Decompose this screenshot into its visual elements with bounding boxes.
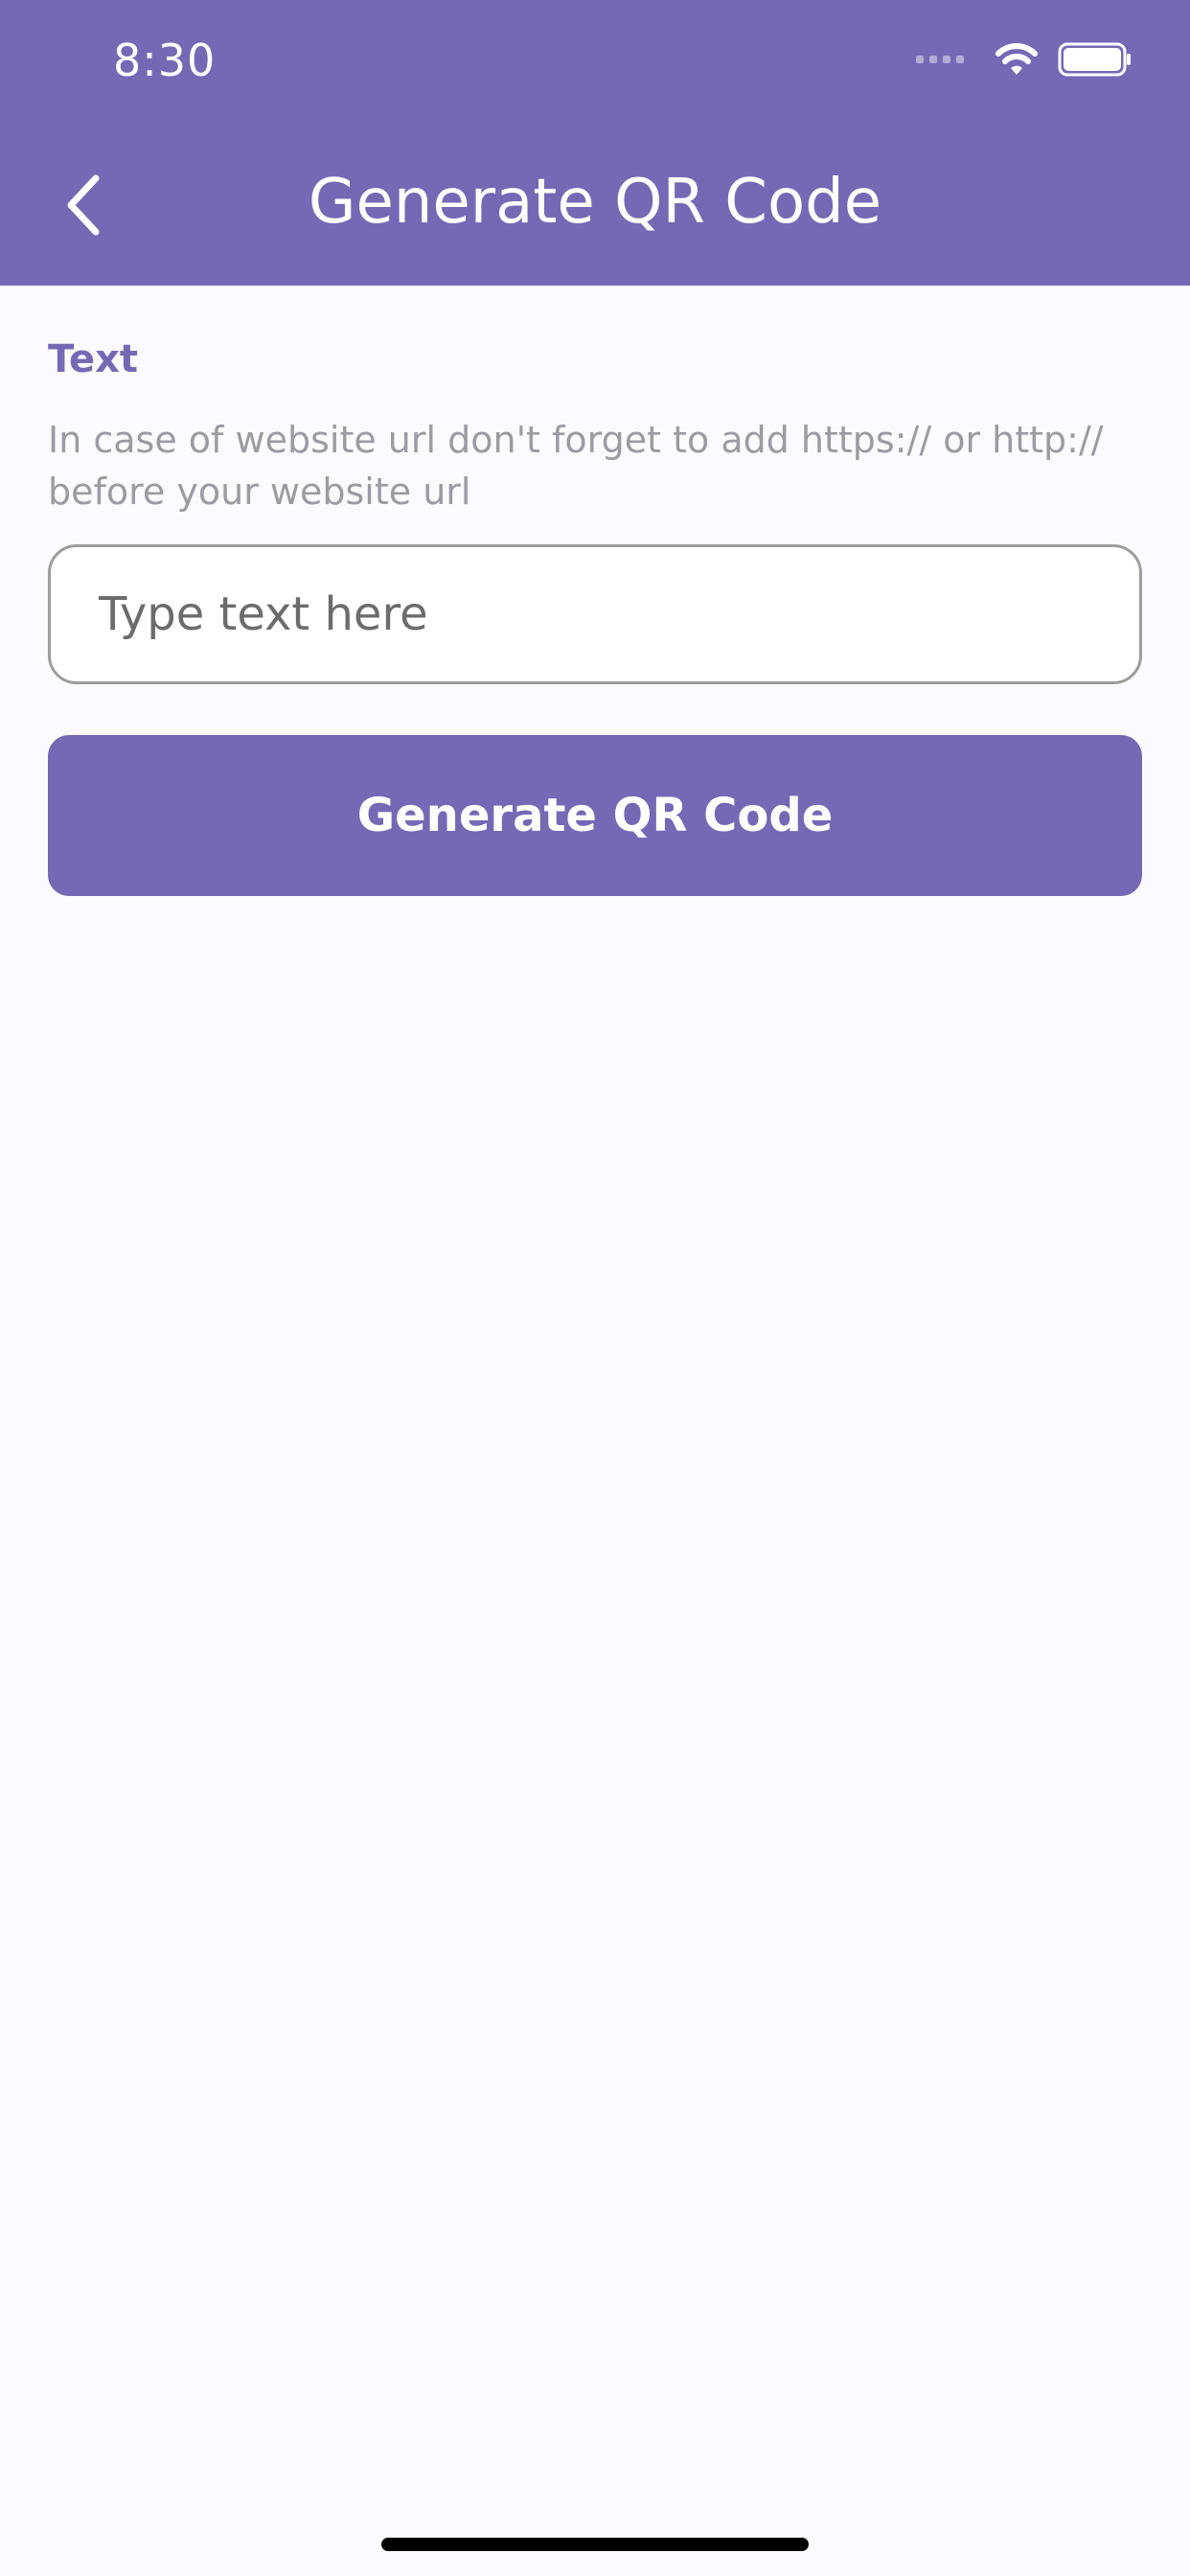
page-title: Generate QR Code <box>308 167 882 238</box>
cellular-signal-icon <box>916 56 964 63</box>
wifi-icon <box>995 43 1038 75</box>
generate-qr-code-button[interactable]: Generate QR Code <box>48 735 1142 896</box>
screen: 8:30 Generate QR Code Text In case of we… <box>0 0 1190 2576</box>
status-icons <box>916 42 1133 77</box>
home-indicator[interactable] <box>381 2538 809 2551</box>
app-header: 8:30 Generate QR Code <box>0 0 1190 286</box>
url-hint-text: In case of website url don't forget to a… <box>48 419 1104 513</box>
text-field-label: Text <box>48 337 139 381</box>
status-time: 8:30 <box>113 34 217 86</box>
text-input[interactable] <box>48 544 1142 684</box>
battery-icon <box>1058 42 1131 77</box>
